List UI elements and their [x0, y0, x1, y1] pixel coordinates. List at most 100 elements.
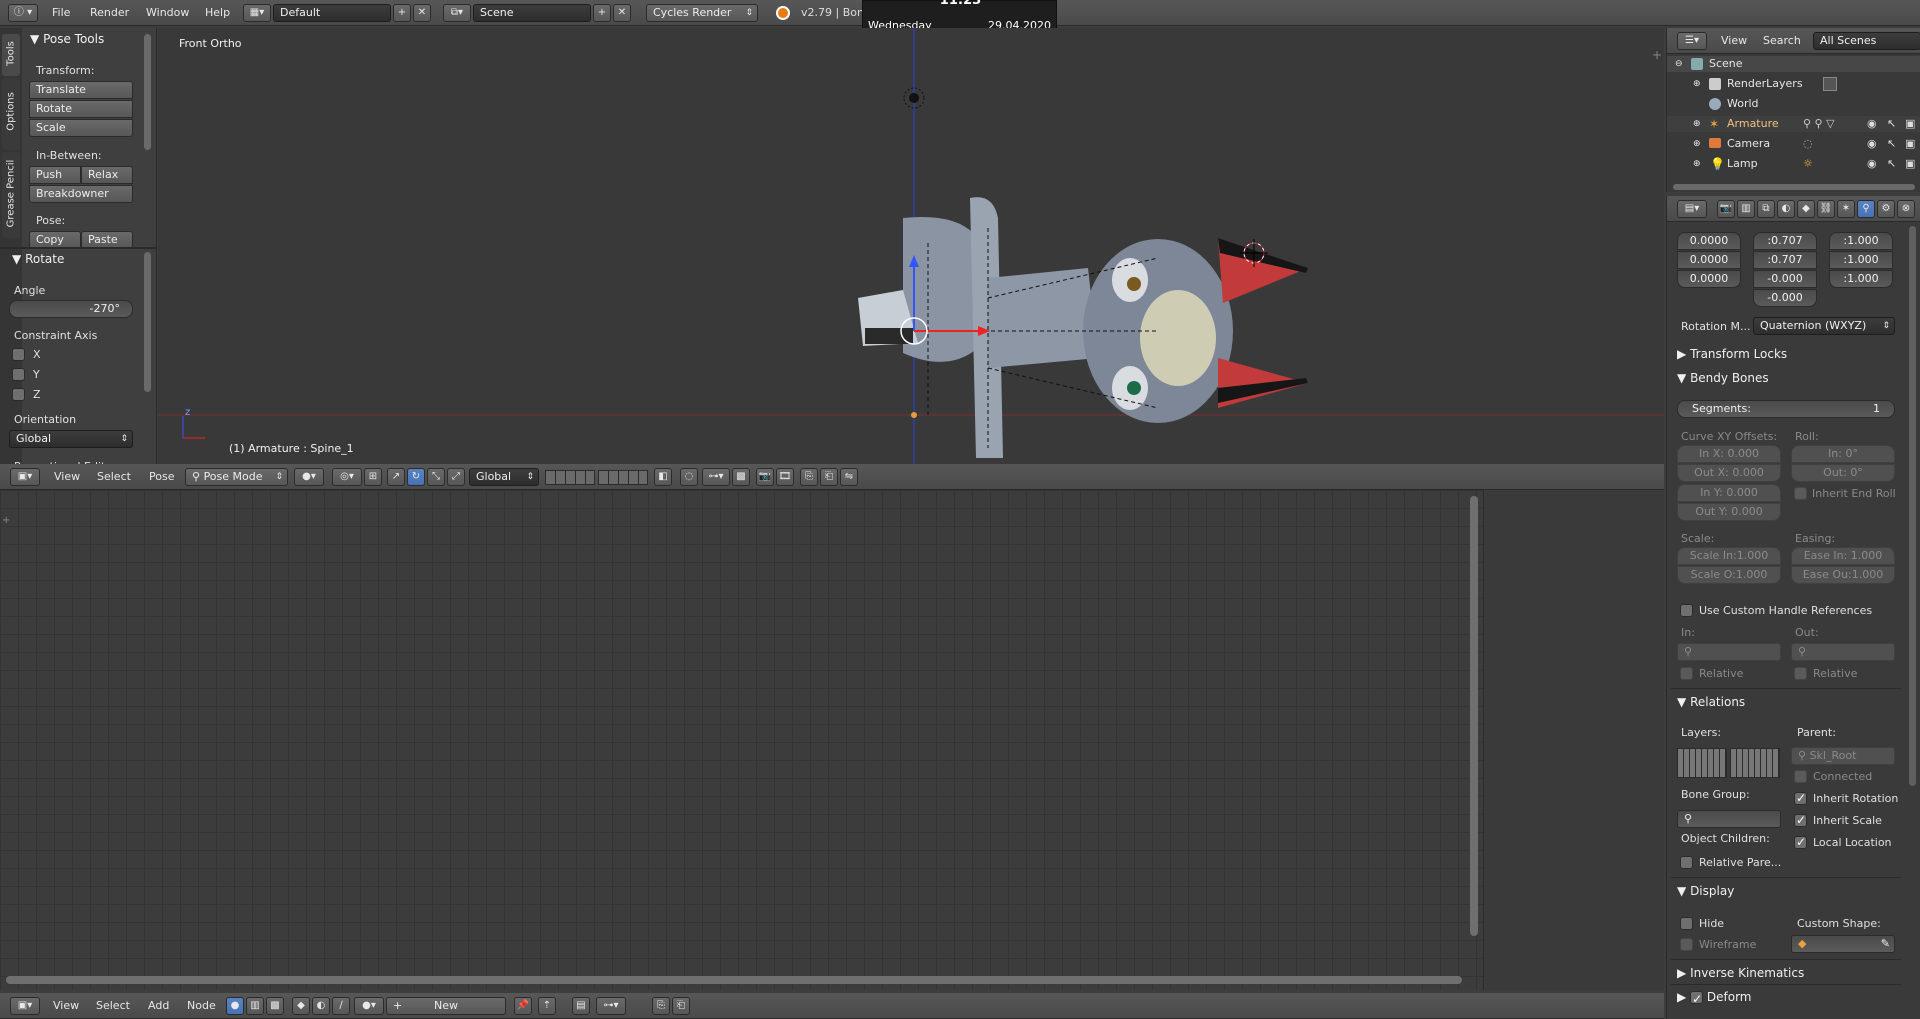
- node-menu-add[interactable]: Add: [148, 997, 169, 1015]
- 3d-viewport[interactable]: Front Ortho z (1) Armature: Spine_1 +: [158, 28, 1664, 464]
- render-camera-icon[interactable]: ▣: [1905, 116, 1915, 132]
- translate-manipulator-icon[interactable]: ↗: [387, 468, 405, 486]
- bendy-bones-panel-header[interactable]: ▼ Bendy Bones: [1677, 369, 1769, 387]
- translate-button[interactable]: Translate: [29, 81, 133, 99]
- combo-manipulator-icon[interactable]: ⤢: [447, 468, 465, 486]
- ease-in-field[interactable]: Ease In: 1.000: [1791, 547, 1895, 565]
- remove-scene-icon[interactable]: ✕: [613, 4, 631, 22]
- visibility-eye-icon[interactable]: ◉: [1867, 156, 1877, 172]
- manipulator-toggle-icon[interactable]: ⊞: [364, 468, 382, 486]
- remove-layout-icon[interactable]: ✕: [413, 4, 431, 22]
- compositing-nodes-icon[interactable]: ▥: [246, 997, 264, 1015]
- roll-out-field[interactable]: Out: 0°: [1791, 464, 1895, 482]
- properties-type-icon[interactable]: ▤▾: [1677, 200, 1707, 218]
- rotation-mode-select[interactable]: Quaternion (WXYZ) ⇕: [1753, 317, 1895, 335]
- object-shader-icon[interactable]: ◆: [292, 997, 310, 1015]
- relations-panel-header[interactable]: ▼ Relations: [1677, 693, 1745, 711]
- local-location-checkbox[interactable]: [1794, 835, 1807, 849]
- node-horizontal-scrollbar[interactable]: [6, 976, 1462, 984]
- outliner-row-lamp[interactable]: ⊕ 💡 Lamp ☼ ◉ ↖ ▣: [1667, 156, 1920, 172]
- scale-manipulator-icon[interactable]: ⤡: [427, 468, 445, 486]
- layout-icon[interactable]: ▦▾: [243, 4, 271, 22]
- bone-tab-icon[interactable]: ⚲: [1857, 200, 1875, 218]
- outliner-menu-search[interactable]: Search: [1763, 32, 1801, 50]
- node-menu-select[interactable]: Select: [96, 997, 130, 1015]
- handle-out-field[interactable]: ⚲: [1791, 643, 1895, 661]
- outliner-row-armature[interactable]: ⊕ ✶ Armature ⚲ ⚲ ▽ ◉ ↖ ▣: [1667, 116, 1920, 132]
- tab-grease-pencil[interactable]: Grease Pencil: [2, 152, 20, 238]
- outliner-menu-view[interactable]: View: [1721, 32, 1747, 50]
- world-shader-icon[interactable]: ◐: [312, 997, 330, 1015]
- axis-x-checkbox[interactable]: [12, 348, 25, 361]
- render-anim-icon[interactable]: 🎞: [776, 468, 794, 486]
- paste-pose-icon[interactable]: ⎗: [820, 468, 838, 486]
- hide-checkbox[interactable]: [1680, 917, 1693, 930]
- rotation-x-field[interactable]: :0.707: [1753, 251, 1817, 269]
- snap-target-icon[interactable]: ▩: [732, 468, 750, 486]
- relative-parent-checkbox[interactable]: [1680, 856, 1693, 869]
- paste-nodes-icon[interactable]: ⎗: [672, 997, 690, 1015]
- layer-buttons-b[interactable]: [598, 470, 648, 485]
- node-editor[interactable]: +: [0, 490, 1484, 990]
- menu-file[interactable]: File: [52, 4, 70, 22]
- menu-view[interactable]: View: [54, 468, 80, 486]
- outliner-row-renderlayers[interactable]: ⊕ RenderLayers: [1667, 76, 1920, 92]
- scale-button[interactable]: Scale: [29, 119, 133, 137]
- inverse-kinematics-panel-header[interactable]: ▶ Inverse Kinematics: [1677, 964, 1804, 982]
- shading-icon[interactable]: ●▾: [294, 468, 324, 486]
- outliner-row-scene[interactable]: ⊖ Scene: [1667, 56, 1920, 72]
- bone-layers-grid-a[interactable]: [1677, 748, 1727, 778]
- snap-node-icon[interactable]: ⊶▾: [596, 997, 626, 1015]
- scene-icon[interactable]: ⧉▾: [443, 4, 471, 22]
- scale-out-field[interactable]: Scale O:1.000: [1677, 566, 1781, 584]
- properties-scrollbar[interactable]: [1909, 226, 1916, 786]
- handle-out-relative-checkbox[interactable]: [1794, 667, 1807, 680]
- deform-panel-header[interactable]: ▶ Deform: [1677, 988, 1752, 1008]
- render-engine-select[interactable]: Cycles Render ⇕: [646, 4, 758, 22]
- node-vertical-scrollbar[interactable]: [1470, 496, 1478, 936]
- rotation-w-field[interactable]: :0.707: [1753, 232, 1817, 250]
- bone-constraints-tab-icon[interactable]: ⚙: [1877, 200, 1895, 218]
- menu-select[interactable]: Select: [97, 468, 131, 486]
- orientation-select[interactable]: Global ⇕: [9, 430, 133, 448]
- outliner-row-camera[interactable]: ⊕ Camera ◌ ◉ ↖ ▣: [1667, 136, 1920, 152]
- scale-z-field[interactable]: :1.000: [1829, 270, 1893, 288]
- operator-scrollbar[interactable]: [144, 252, 151, 392]
- rotation-z-field[interactable]: -0.000: [1753, 289, 1817, 307]
- rotation-y-field[interactable]: -0.000: [1753, 270, 1817, 288]
- linestyle-shader-icon[interactable]: ∕: [332, 997, 350, 1015]
- pin-icon[interactable]: 📌: [514, 997, 532, 1015]
- editor-type-icon[interactable]: ▣▾: [10, 468, 40, 486]
- node-menu-view[interactable]: View: [53, 997, 79, 1015]
- parent-field[interactable]: ⚲ Skl_Root: [1791, 747, 1895, 765]
- curve-out-x-field[interactable]: Out X: 0.000: [1677, 464, 1781, 482]
- visibility-eye-icon[interactable]: ◉: [1867, 116, 1877, 132]
- custom-shape-field[interactable]: ◆ ✎: [1791, 935, 1895, 953]
- menu-window[interactable]: Window: [146, 4, 189, 22]
- render-camera-icon[interactable]: ▣: [1905, 156, 1915, 172]
- copy-nodes-icon[interactable]: ⎘: [652, 997, 670, 1015]
- shelf-scrollbar[interactable]: [144, 34, 151, 150]
- rotate-manipulator-icon[interactable]: ↻: [407, 468, 425, 486]
- snap-icon[interactable]: ⊶▾: [702, 468, 730, 486]
- display-panel-header[interactable]: ▼ Display: [1677, 882, 1734, 900]
- add-layout-icon[interactable]: +: [393, 4, 411, 22]
- angle-field[interactable]: -270°: [9, 300, 133, 318]
- ease-out-field[interactable]: Ease Ou:1.000: [1791, 566, 1895, 584]
- segments-field[interactable]: Segments: 1: [1677, 400, 1895, 418]
- pose-tools-header[interactable]: ▼ Pose Tools: [30, 30, 104, 48]
- shader-nodes-icon[interactable]: ●: [226, 997, 244, 1015]
- outliner-scrollbar[interactable]: [1673, 184, 1915, 190]
- scale-y-field[interactable]: :1.000: [1829, 251, 1893, 269]
- parent-icon[interactable]: ⇡: [538, 997, 556, 1015]
- menu-render[interactable]: Render: [90, 4, 129, 22]
- physics-tab-icon[interactable]: ⊗: [1897, 200, 1915, 218]
- handle-in-field[interactable]: ⚲: [1677, 643, 1781, 661]
- outliner-type-icon[interactable]: ☰▾: [1677, 32, 1707, 50]
- render-tab-icon[interactable]: 📷: [1717, 200, 1735, 218]
- roll-in-field[interactable]: In: 0°: [1791, 445, 1895, 463]
- node-menu-node[interactable]: Node: [187, 997, 216, 1015]
- bone-group-field[interactable]: ⚲: [1677, 810, 1781, 828]
- scene-field[interactable]: Scene: [473, 4, 591, 22]
- curve-out-y-field[interactable]: Out Y: 0.000: [1677, 503, 1781, 521]
